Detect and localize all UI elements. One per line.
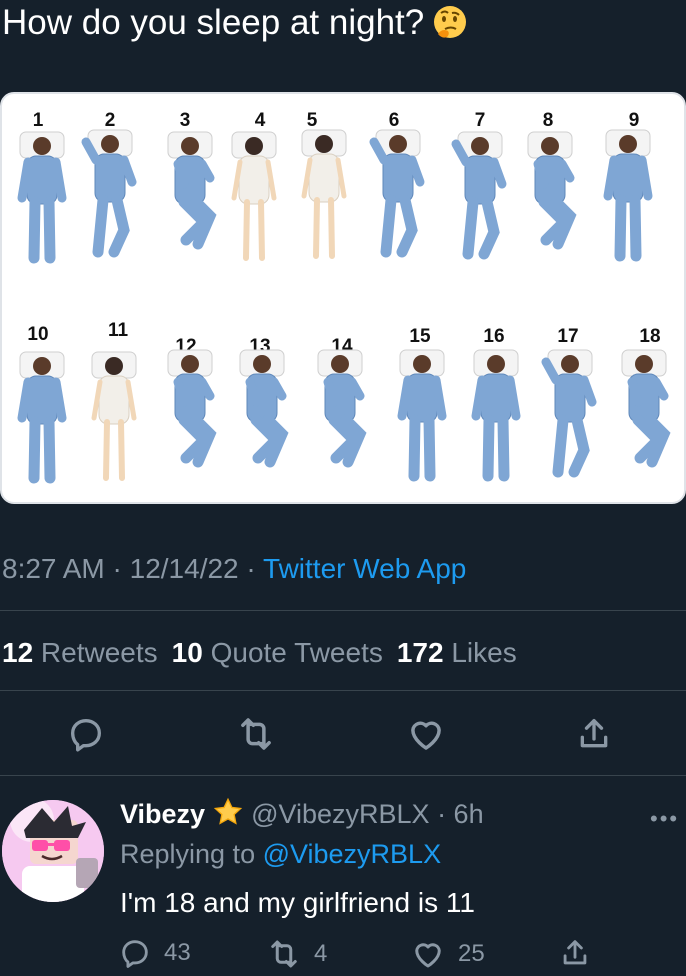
reply-author-handle[interactable]: @VibezyRBLX (251, 799, 430, 829)
sleeper-figure (527, 131, 577, 250)
position-number: 11 (108, 320, 129, 341)
tweet-image[interactable]: 1 2 3 4 5 6 7 8 9 10 11 12 13 14 15 16 17 18 (0, 92, 686, 504)
sleep-positions-illustration: 1 2 3 4 5 6 7 8 910 1112 13 14 15 16 17 18 (17, 110, 671, 484)
sleeper-figure (317, 349, 367, 468)
tweet-time[interactable]: 8:27 AM (2, 553, 105, 584)
reply-icon (71, 719, 102, 752)
sleeper-figure (91, 351, 137, 481)
reply-retweet-button[interactable]: 4 (266, 936, 327, 972)
thinking-face-emoji (434, 6, 467, 38)
share-icon (580, 719, 608, 748)
reply-action-bar: 43 4 25 (118, 936, 678, 976)
reply-text: I'm 18 and my girlfriend is 11 (120, 887, 475, 918)
sleeper-figure (239, 349, 289, 468)
divider (0, 690, 686, 691)
like-button[interactable] (404, 712, 448, 756)
avatar[interactable] (2, 800, 104, 902)
position-number: 18 (639, 326, 660, 347)
likes-stat[interactable]: 172 Likes (397, 637, 517, 668)
replying-to: Replying to @VibezyRBLX (120, 839, 442, 869)
reply-header: Vibezy @VibezyRBLX · 6h (120, 796, 484, 832)
like-icon (411, 721, 441, 750)
position-number: 2 (105, 110, 116, 131)
avatar-image (2, 800, 104, 902)
reply-tweet[interactable]: Vibezy @VibezyRBLX · 6h ••• Replying to @… (0, 776, 686, 968)
position-number: 1 (33, 110, 44, 131)
retweets-stat[interactable]: 12 Retweets (2, 637, 158, 668)
sleeper-figure (167, 131, 217, 250)
position-number: 7 (475, 110, 486, 131)
sleeper-figure (231, 131, 277, 261)
sleeper-figure (301, 129, 347, 259)
position-number: 15 (409, 326, 431, 347)
like-count: 25 (458, 940, 485, 967)
retweet-button[interactable] (234, 712, 278, 756)
position-number: 16 (483, 326, 504, 347)
position-number: 3 (180, 110, 191, 131)
position-number: 4 (255, 110, 266, 131)
share-icon (563, 940, 587, 965)
tweet-stats: 12 Retweets 10 Quote Tweets 172 Likes (2, 635, 517, 671)
sleeper-figure (603, 129, 653, 262)
share-button[interactable] (572, 712, 616, 756)
sleeper-figure (397, 349, 447, 482)
tweet-text: How do you sleep at night? (2, 2, 468, 44)
reply-like-button[interactable]: 25 (410, 936, 485, 972)
quote-tweets-stat[interactable]: 10 Quote Tweets (172, 637, 383, 668)
meta-separator: · (238, 553, 264, 584)
retweet-icon (241, 718, 271, 750)
sleeper-figure (81, 129, 137, 258)
position-number: 5 (307, 110, 318, 131)
replying-to-handle[interactable]: @VibezyRBLX (263, 839, 442, 869)
retweet-count: 4 (314, 940, 328, 967)
tweet-body: How do you sleep at night? (2, 3, 425, 42)
position-number: 10 (27, 324, 48, 345)
tweet-date[interactable]: 12/14/22 (130, 553, 239, 584)
sleeper-figure (471, 349, 521, 482)
retweet-icon (271, 940, 297, 968)
position-number: 6 (389, 110, 400, 131)
like-icon (415, 943, 441, 968)
position-number: 9 (629, 110, 640, 131)
reply-icon (122, 940, 148, 968)
sleeper-figure (17, 131, 67, 264)
reply-time[interactable]: · 6h (430, 799, 484, 829)
sleeper-figure (369, 129, 425, 258)
tweet-source-link[interactable]: Twitter Web App (263, 553, 466, 584)
position-number: 17 (557, 326, 578, 347)
more-options-icon[interactable]: ••• (650, 806, 679, 832)
meta-separator: · (104, 553, 130, 584)
tweet-action-bar (0, 708, 686, 760)
reply-share-button[interactable] (558, 936, 604, 970)
sleeper-figure (17, 351, 67, 484)
divider (0, 610, 686, 611)
tweet-meta: 8:27 AM · 12/14/22 · Twitter Web App (2, 551, 466, 587)
reply-reply-button[interactable]: 43 (118, 936, 191, 970)
sleeper-figure (541, 349, 597, 478)
sleeper-figure (621, 349, 671, 468)
sleeper-figure (451, 131, 507, 260)
star-icon (213, 797, 243, 825)
reply-author-name[interactable]: Vibezy (120, 799, 205, 829)
reply-count: 43 (164, 939, 191, 966)
position-number: 8 (543, 110, 554, 131)
sleeper-figure (167, 349, 217, 468)
reply-button[interactable] (64, 712, 108, 756)
